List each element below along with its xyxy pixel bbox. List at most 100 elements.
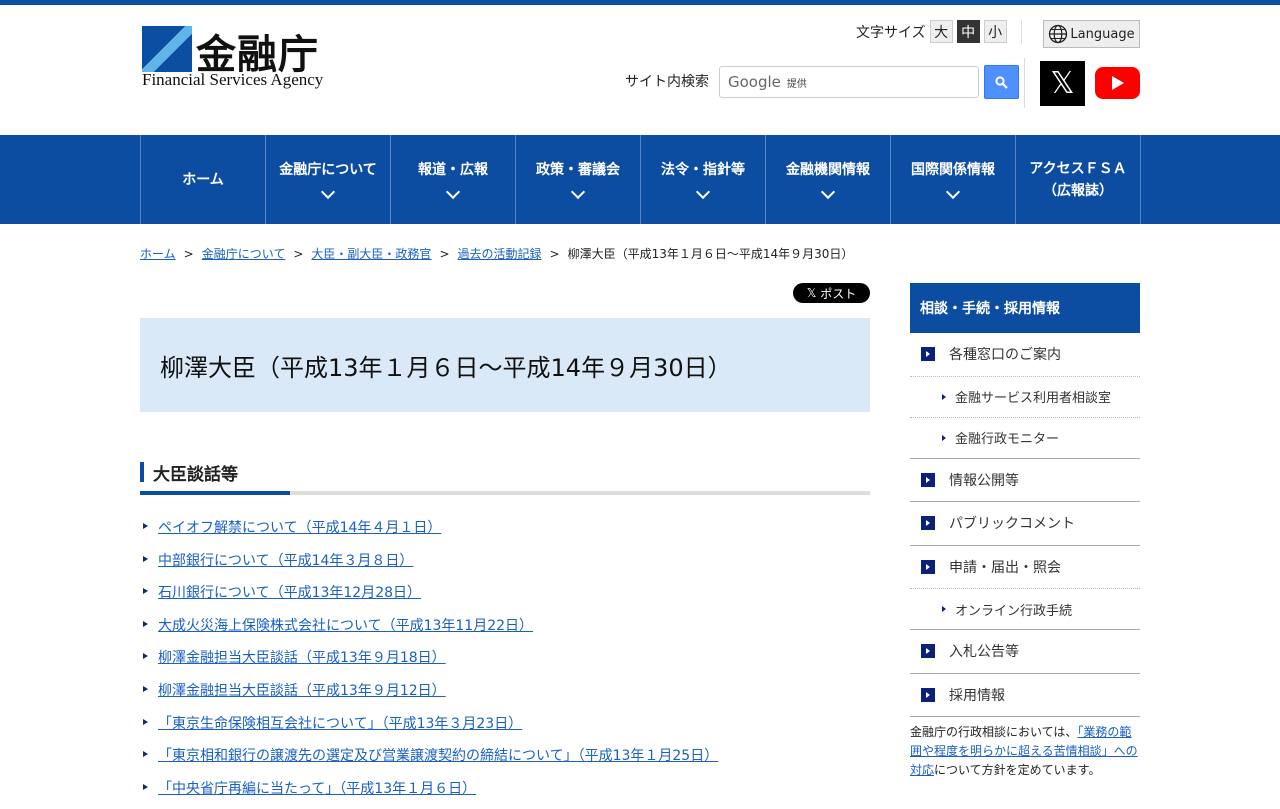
- breadcrumb-link[interactable]: 大臣・副大臣・政務官: [311, 245, 431, 262]
- nav-press[interactable]: 報道・広報: [391, 135, 516, 224]
- nav-home[interactable]: ホーム: [141, 135, 266, 224]
- google-brand: Google: [728, 73, 781, 91]
- heading-bar: [140, 462, 144, 482]
- statement-link[interactable]: ペイオフ解禁について（平成14年４月１日）: [158, 517, 441, 537]
- search-button[interactable]: [984, 65, 1019, 99]
- youtube-link[interactable]: [1095, 67, 1140, 99]
- statement-link[interactable]: 柳澤金融担当大臣談話（平成13年９月18日）: [158, 647, 446, 667]
- list-item: 石川銀行について（平成13年12月28日）: [140, 581, 718, 614]
- sidebar-item-bidding[interactable]: 入札公告等: [910, 630, 1140, 674]
- sidebar-subitem-consultation[interactable]: 金融サービス利用者相談室: [910, 377, 1140, 418]
- nav-international[interactable]: 国際関係情報: [891, 135, 1016, 224]
- statement-link[interactable]: 中部銀行について（平成14年３月８日）: [158, 550, 413, 570]
- nav-label: 報道・広報: [418, 161, 488, 178]
- breadcrumb-sep: >: [439, 246, 450, 261]
- breadcrumb-link[interactable]: 金融庁について: [202, 245, 286, 262]
- page-title: 柳澤大臣（平成13年１月６日～平成14年９月30日）: [140, 318, 870, 412]
- nav-access-fsa[interactable]: アクセスＦＳＡ （広報誌）: [1016, 135, 1141, 224]
- sidebar-label: パブリックコメント: [949, 516, 1075, 533]
- search-input[interactable]: Google 提供: [719, 66, 979, 98]
- font-size-label: 文字サイズ: [856, 24, 926, 41]
- chevron-down-icon: [695, 184, 711, 199]
- sidebar-label: 金融サービス利用者相談室: [955, 391, 1112, 406]
- fsa-logo[interactable]: 金融庁 Financial Services Agency: [142, 24, 332, 90]
- chevron-down-icon: [570, 184, 586, 199]
- arrow-box-icon: [921, 516, 935, 531]
- font-size-large-button[interactable]: 大: [929, 20, 953, 43]
- list-item: 中部銀行について（平成14年３月８日）: [140, 549, 718, 582]
- sidebar-note: 金融庁の行政相談においては、「業務の範囲や程度を明らかに超える苦情相談」への対応…: [910, 717, 1140, 780]
- sidebar-subitem-monitor[interactable]: 金融行政モニター: [910, 418, 1140, 459]
- breadcrumb-current: 柳澤大臣（平成13年１月６日～平成14年９月30日）: [567, 247, 854, 261]
- sidebar-label: 各種窓口のご案内: [949, 347, 1061, 364]
- x-twitter-link[interactable]: 𝕏: [1040, 61, 1085, 106]
- bullet-icon: [942, 434, 946, 441]
- language-button[interactable]: Language: [1043, 20, 1140, 48]
- sidebar: 相談・手続・採用情報 各種窓口のご案内 金融サービス利用者相談室 金融行政モニタ…: [910, 283, 1140, 780]
- statement-link[interactable]: 「東京生命保険相互会社について」（平成13年３月23日）: [158, 713, 522, 733]
- bullet-icon: [143, 620, 148, 627]
- x-icon: 𝕏: [806, 286, 821, 300]
- statement-link[interactable]: 「東京相和銀行の譲渡先の選定及び営業譲渡契約の締結について」（平成13年１月25…: [158, 745, 718, 765]
- search-icon: [995, 75, 1008, 89]
- bullet-icon: [143, 751, 148, 758]
- divider: [1021, 20, 1022, 44]
- font-size-small-button[interactable]: 小: [983, 20, 1007, 43]
- font-size-medium-button[interactable]: 中: [956, 20, 980, 43]
- search-provided: 提供: [786, 78, 807, 90]
- nav-laws[interactable]: 法令・指針等: [641, 135, 766, 224]
- bullet-icon: [942, 393, 946, 400]
- section-heading: 大臣談話等: [140, 460, 870, 495]
- sidebar-label: 採用情報: [949, 687, 1005, 704]
- sidebar-item-applications[interactable]: 申請・届出・照会: [910, 546, 1140, 589]
- sidebar-item-disclosure[interactable]: 情報公開等: [910, 459, 1140, 502]
- sidebar-label: 金融行政モニター: [955, 432, 1060, 447]
- arrow-box-icon: [921, 644, 935, 659]
- statement-link[interactable]: 柳澤金融担当大臣談話（平成13年９月12日）: [158, 680, 446, 700]
- bullet-icon: [143, 718, 148, 725]
- list-item: 大成火災海上保険株式会社について（平成13年11月22日）: [140, 614, 718, 647]
- sidebar-item-public-comment[interactable]: パブリックコメント: [910, 502, 1140, 546]
- list-item: 「東京相和銀行の譲渡先の選定及び営業譲渡契約の締結について」（平成13年１月25…: [140, 744, 718, 777]
- list-item: 柳澤金融担当大臣談話（平成13年９月12日）: [140, 679, 718, 712]
- divider: [1024, 58, 1025, 108]
- sidebar-label: 申請・届出・照会: [949, 559, 1061, 576]
- nav-policy[interactable]: 政策・審議会: [516, 135, 641, 224]
- x-logo-icon: 𝕏: [1050, 66, 1075, 101]
- sidebar-label: 入札公告等: [949, 644, 1019, 661]
- statement-link[interactable]: 「中央省庁再編に当たって」（平成13年１月６日）: [158, 778, 476, 798]
- list-item: 柳澤金融担当大臣談話（平成13年９月18日）: [140, 646, 718, 679]
- bullet-icon: [143, 783, 148, 790]
- statement-list: ペイオフ解禁について（平成14年４月１日） 中部銀行について（平成14年３月８日…: [140, 516, 718, 809]
- post-label: ポスト: [820, 286, 857, 301]
- nav-about[interactable]: 金融庁について: [266, 135, 391, 224]
- nav-label: 金融庁について: [279, 161, 377, 178]
- x-post-button[interactable]: 𝕏 ポスト: [793, 283, 870, 303]
- arrow-box-icon: [921, 559, 935, 574]
- nav-label: アクセスＦＳＡ: [1029, 160, 1127, 177]
- sidebar-item-contacts[interactable]: 各種窓口のご案内: [910, 333, 1140, 377]
- youtube-play-icon: [1111, 76, 1124, 90]
- nav-label: 政策・審議会: [536, 161, 620, 178]
- nav-label: 国際関係情報: [911, 161, 995, 178]
- breadcrumb: ホーム > 金融庁について > 大臣・副大臣・政務官 > 過去の活動記録 > 柳澤大臣（…: [140, 245, 853, 262]
- globe-icon: [1049, 24, 1068, 44]
- nav-label: 法令・指針等: [661, 161, 745, 178]
- breadcrumb-sep: >: [293, 246, 304, 261]
- breadcrumb-link[interactable]: 過去の活動記録: [458, 245, 542, 262]
- nav-institutions[interactable]: 金融機関情報: [766, 135, 891, 224]
- bullet-icon: [143, 555, 148, 562]
- statement-link[interactable]: 大成火災海上保険株式会社について（平成13年11月22日）: [158, 615, 533, 635]
- statement-link[interactable]: 石川銀行について（平成13年12月28日）: [158, 582, 421, 602]
- logo-english: Financial Services Agency: [142, 70, 324, 89]
- global-nav: ホーム 金融庁について 報道・広報 政策・審議会 法令・指針等 金融機関情報 国…: [0, 135, 1280, 224]
- heading-text: 大臣談話等: [153, 465, 238, 485]
- chevron-down-icon: [945, 184, 961, 199]
- sidebar-label: オンライン行政手続: [955, 603, 1073, 619]
- sidebar-subitem-online[interactable]: オンライン行政手続: [910, 589, 1140, 630]
- list-item: 「中央省庁再編に当たって」（平成13年１月６日）: [140, 777, 718, 809]
- bullet-icon: [942, 606, 946, 612]
- arrow-box-icon: [921, 687, 935, 702]
- sidebar-item-recruitment[interactable]: 採用情報: [910, 674, 1140, 717]
- breadcrumb-link[interactable]: ホーム: [140, 245, 176, 262]
